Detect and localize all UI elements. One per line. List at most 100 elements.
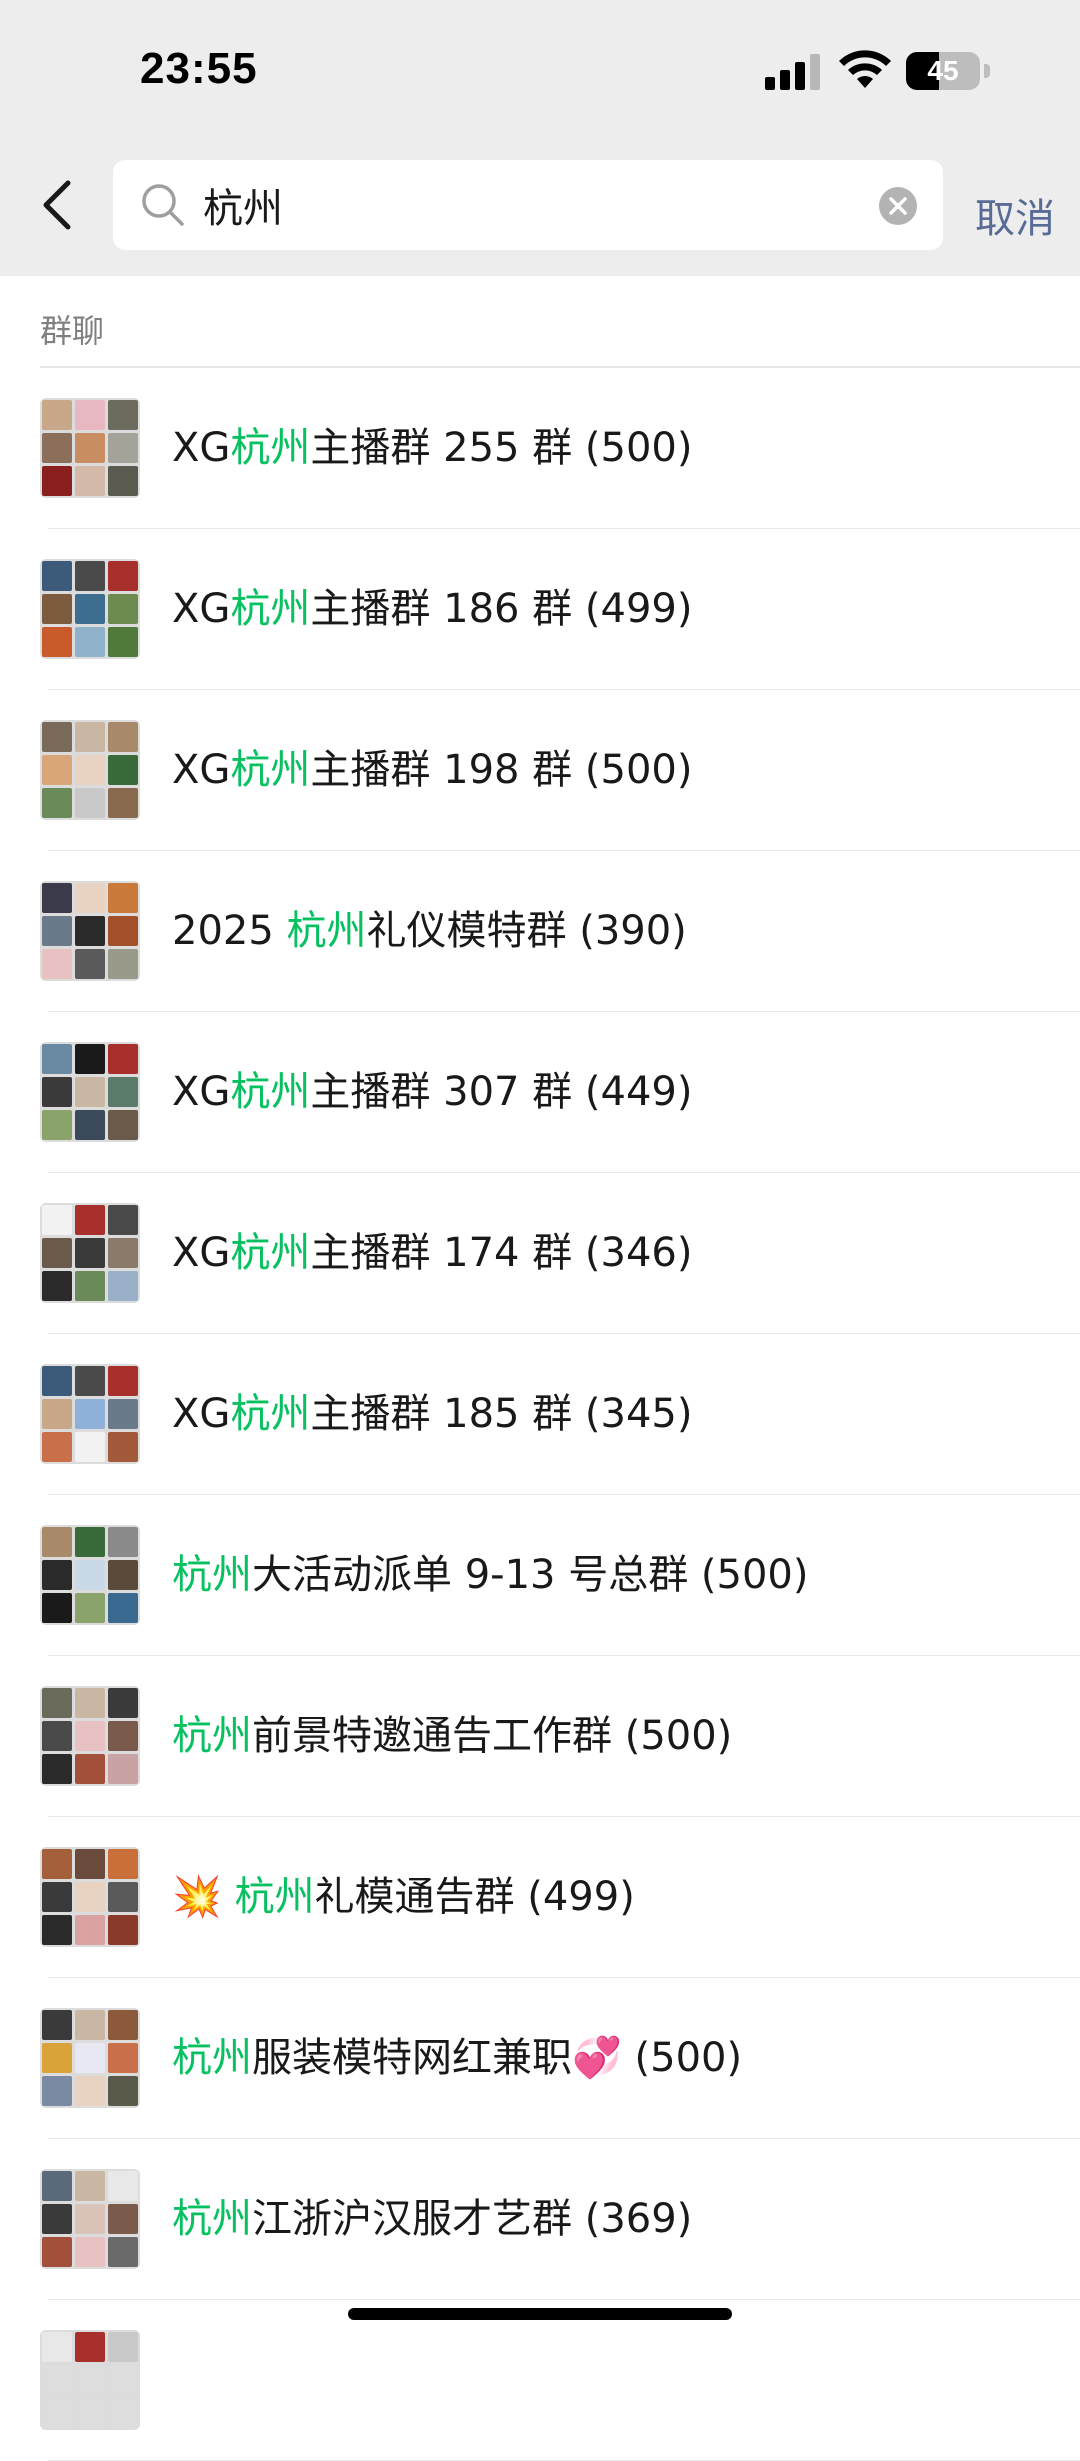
avatar-tile: [42, 2204, 72, 2234]
avatar-tile: [42, 1044, 72, 1074]
group-chat-result-row[interactable]: 杭州江浙沪汉服才艺群 (369): [0, 2139, 1080, 2300]
group-chat-result-row[interactable]: XG杭州主播群 186 群 (499): [0, 529, 1080, 690]
avatar-tile: [108, 400, 138, 430]
avatar-tile: [42, 627, 72, 657]
group-name-suffix: 主播群 186 群 (499): [310, 586, 693, 632]
avatar-tile: [75, 561, 105, 591]
clear-search-icon[interactable]: [879, 187, 917, 225]
avatar-tile: [108, 2332, 138, 2362]
avatar-tile: [42, 788, 72, 818]
search-match-highlight: 杭州: [286, 908, 367, 954]
avatar-tile: [75, 2171, 105, 2201]
group-name-suffix: 礼模通告群 (499): [314, 1874, 635, 1920]
group-name-prefix: 2025: [172, 908, 287, 954]
back-chevron-icon[interactable]: [36, 175, 80, 235]
avatar-tile: [75, 1882, 105, 1912]
group-name-suffix: 前景特邀通告工作群 (500): [252, 1713, 733, 1759]
avatar-tile: [42, 1110, 72, 1140]
avatar-tile: [42, 755, 72, 785]
group-name-suffix: 礼仪模特群 (390): [366, 908, 687, 954]
avatar-tile: [42, 1560, 72, 1590]
avatar-tile: [75, 594, 105, 624]
avatar-tile: [42, 1205, 72, 1235]
cancel-button[interactable]: 取消: [975, 186, 1055, 244]
avatar-tile: [42, 594, 72, 624]
avatar-tile: [42, 466, 72, 496]
avatar-tile: [75, 2010, 105, 2040]
group-avatar: [40, 1203, 140, 1303]
avatar-tile: [108, 1560, 138, 1590]
wifi-icon: [839, 50, 891, 88]
group-chat-result-row[interactable]: XG杭州主播群 174 群 (346): [0, 1173, 1080, 1334]
avatar-tile: [108, 2204, 138, 2234]
group-chat-result-row[interactable]: 2025 杭州礼仪模特群 (390): [0, 851, 1080, 1012]
avatar-tile: [75, 1044, 105, 1074]
group-chat-result-row[interactable]: 杭州前景特邀通告工作群 (500): [0, 1656, 1080, 1817]
group-name-prefix: 💥: [172, 1874, 235, 1920]
avatar-tile: [108, 1110, 138, 1140]
group-chat-result-row[interactable]: [0, 2300, 1080, 2461]
avatar-tile: [42, 2398, 72, 2428]
avatar-tile: [42, 2076, 72, 2106]
avatar-tile: [108, 2043, 138, 2073]
group-chat-result-row[interactable]: XG杭州主播群 185 群 (345): [0, 1334, 1080, 1495]
group-name-suffix: 大活动派单 9-13 号总群 (500): [252, 1552, 809, 1598]
avatar-tile: [108, 2237, 138, 2267]
avatar-tile: [75, 466, 105, 496]
avatar-tile: [108, 2365, 138, 2395]
avatar-tile: [108, 1205, 138, 1235]
group-avatar: [40, 1042, 140, 1142]
avatar-tile: [108, 1721, 138, 1751]
group-name-suffix: 主播群 198 群 (500): [310, 747, 693, 793]
avatar-tile: [108, 1593, 138, 1623]
group-chat-result-row[interactable]: XG杭州主播群 198 群 (500): [0, 690, 1080, 851]
group-name-prefix: XG: [172, 1230, 231, 1276]
search-match-highlight: 杭州: [230, 1230, 311, 1276]
group-chat-result-row[interactable]: 💥 杭州礼模通告群 (499): [0, 1817, 1080, 1978]
avatar-tile: [108, 2171, 138, 2201]
avatar-tile: [75, 883, 105, 913]
search-box[interactable]: [113, 160, 943, 250]
avatar-tile: [75, 755, 105, 785]
group-name: 杭州服装模特网红兼职💞 (500): [172, 2026, 1060, 2090]
group-avatar: [40, 881, 140, 981]
avatar-tile: [75, 433, 105, 463]
avatar-tile: [42, 2332, 72, 2362]
avatar-tile: [75, 2365, 105, 2395]
group-chat-result-row[interactable]: 杭州大活动派单 9-13 号总群 (500): [0, 1495, 1080, 1656]
avatar-tile: [75, 1399, 105, 1429]
group-name-suffix: 江浙沪汉服才艺群 (369): [252, 2196, 693, 2242]
group-avatar: [40, 2008, 140, 2108]
avatar-tile: [75, 788, 105, 818]
avatar-tile: [108, 722, 138, 752]
search-match-highlight: 杭州: [230, 1391, 311, 1437]
avatar-tile: [42, 1271, 72, 1301]
avatar-tile: [108, 755, 138, 785]
avatar-tile: [75, 1205, 105, 1235]
avatar-tile: [42, 1688, 72, 1718]
search-input[interactable]: [203, 160, 853, 250]
group-chat-result-row[interactable]: 杭州服装模特网红兼职💞 (500): [0, 1978, 1080, 2139]
avatar-tile: [42, 1527, 72, 1557]
home-indicator[interactable]: [348, 2308, 732, 2320]
group-avatar: [40, 1525, 140, 1625]
avatar-tile: [108, 2076, 138, 2106]
avatar-tile: [75, 2204, 105, 2234]
avatar-tile: [75, 1432, 105, 1462]
avatar-tile: [108, 883, 138, 913]
avatar-tile: [108, 916, 138, 946]
group-name-prefix: XG: [172, 1391, 231, 1437]
group-chat-result-row[interactable]: XG杭州主播群 255 群 (500): [0, 368, 1080, 529]
avatar-tile: [42, 1882, 72, 1912]
group-name-prefix: XG: [172, 1069, 231, 1115]
avatar-tile: [42, 1593, 72, 1623]
avatar-tile: [75, 627, 105, 657]
avatar-tile: [108, 1754, 138, 1784]
group-chat-result-row[interactable]: XG杭州主播群 307 群 (449): [0, 1012, 1080, 1173]
group-avatar: [40, 2330, 140, 2430]
avatar-tile: [108, 627, 138, 657]
avatar-tile: [108, 1271, 138, 1301]
avatar-tile: [108, 1849, 138, 1879]
avatar-tile: [42, 949, 72, 979]
avatar-tile: [108, 1077, 138, 1107]
